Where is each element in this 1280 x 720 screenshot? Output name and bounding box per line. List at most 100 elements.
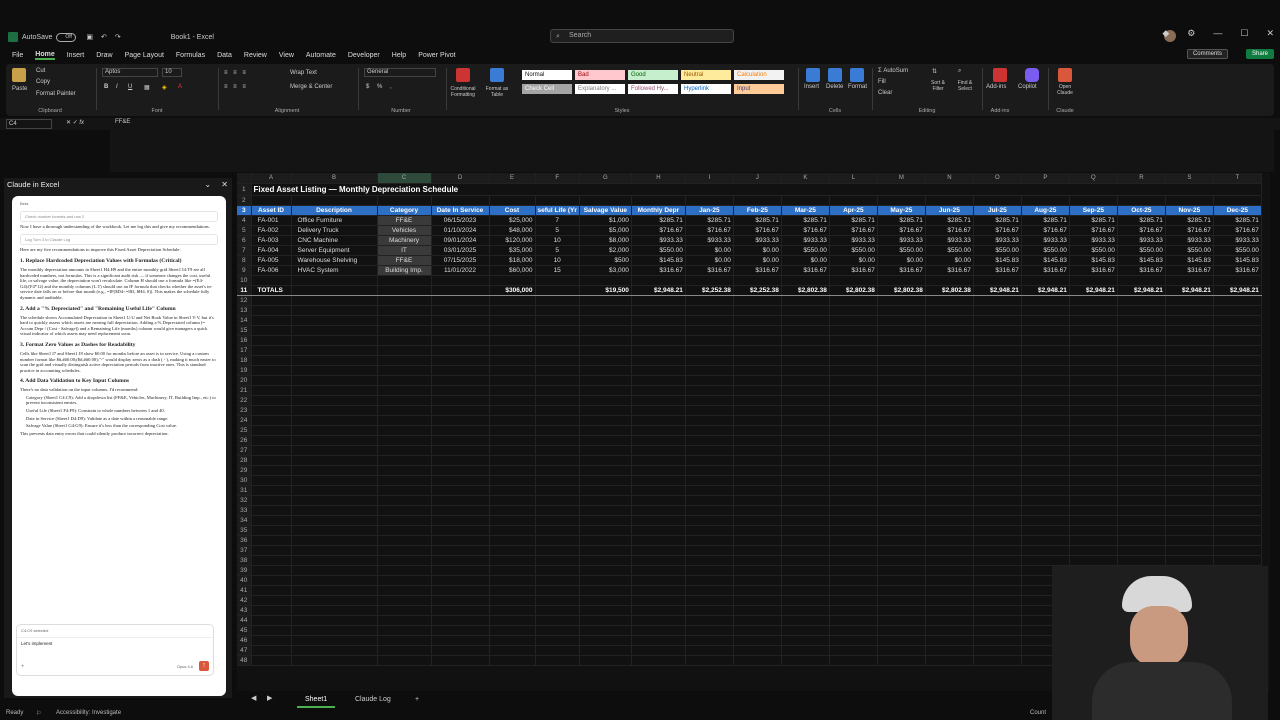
row-number[interactable]: 39 xyxy=(237,565,252,576)
menu-formulas[interactable]: Formulas xyxy=(176,52,205,59)
cell[interactable] xyxy=(579,505,632,516)
column-header[interactable]: M xyxy=(877,173,926,184)
cell[interactable] xyxy=(877,495,926,506)
cell[interactable] xyxy=(925,305,974,316)
cell[interactable] xyxy=(733,535,782,546)
column-header[interactable]: G xyxy=(579,173,632,184)
cell[interactable] xyxy=(829,595,878,606)
cell[interactable] xyxy=(431,625,490,636)
cell[interactable] xyxy=(925,485,974,496)
cell[interactable] xyxy=(631,305,686,316)
cell[interactable] xyxy=(829,515,878,526)
cell[interactable] xyxy=(685,415,734,426)
cell[interactable] xyxy=(251,435,292,446)
cell[interactable] xyxy=(925,395,974,406)
cell[interactable] xyxy=(973,525,1022,536)
cell[interactable] xyxy=(1117,295,1166,306)
column-header[interactable]: J xyxy=(733,173,782,184)
column-header[interactable]: F xyxy=(535,173,580,184)
cell[interactable] xyxy=(631,415,686,426)
add-sheet-icon[interactable]: + xyxy=(407,693,427,706)
align-top-icons[interactable]: ≡ ≡ ≡ xyxy=(224,70,248,76)
cell[interactable] xyxy=(973,275,1022,286)
cell[interactable] xyxy=(685,475,734,486)
cell[interactable] xyxy=(291,315,378,326)
data-cell[interactable]: $145.83 xyxy=(1069,255,1118,266)
row-number[interactable]: 32 xyxy=(237,495,252,506)
cell[interactable] xyxy=(535,615,580,626)
cell[interactable] xyxy=(781,295,830,306)
cell[interactable] xyxy=(973,455,1022,466)
cell[interactable] xyxy=(1213,395,1262,406)
cell[interactable] xyxy=(925,385,974,396)
cell[interactable] xyxy=(877,465,926,476)
cell[interactable] xyxy=(291,535,378,546)
total-cell[interactable]: $19,500 xyxy=(579,284,632,296)
cell[interactable] xyxy=(431,435,490,446)
cell[interactable] xyxy=(579,635,632,646)
cell[interactable] xyxy=(1069,295,1118,306)
cell[interactable] xyxy=(1117,345,1166,356)
cell[interactable] xyxy=(973,555,1022,566)
cell[interactable] xyxy=(733,495,782,506)
cell[interactable] xyxy=(1021,485,1070,496)
cell[interactable] xyxy=(489,485,536,496)
menu-draw[interactable]: Draw xyxy=(96,52,112,59)
cell[interactable] xyxy=(877,615,926,626)
cell[interactable] xyxy=(431,385,490,396)
cell[interactable] xyxy=(685,505,734,516)
cell[interactable] xyxy=(1165,485,1214,496)
cell[interactable] xyxy=(829,195,878,206)
cell[interactable] xyxy=(973,375,1022,386)
cell[interactable] xyxy=(1117,315,1166,326)
cell[interactable] xyxy=(733,505,782,516)
row-number[interactable]: 15 xyxy=(237,325,252,336)
cell[interactable] xyxy=(579,195,632,206)
sheet-title[interactable]: Fixed Asset Listing — Monthly Depreciati… xyxy=(251,183,1262,196)
data-cell[interactable]: 01/10/2024 xyxy=(431,225,490,236)
cell[interactable] xyxy=(733,315,782,326)
data-cell[interactable]: $120,000 xyxy=(489,235,536,246)
cell[interactable] xyxy=(1117,455,1166,466)
data-cell[interactable]: Delivery Truck xyxy=(291,225,378,236)
cell[interactable] xyxy=(377,585,432,596)
cell[interactable] xyxy=(377,615,432,626)
cell[interactable] xyxy=(781,545,830,556)
cell[interactable] xyxy=(631,605,686,616)
row-number[interactable]: 23 xyxy=(237,405,252,416)
cell[interactable] xyxy=(251,405,292,416)
data-cell[interactable]: $716.67 xyxy=(829,225,878,236)
cell[interactable] xyxy=(1165,475,1214,486)
cell[interactable] xyxy=(489,515,536,526)
cell[interactable] xyxy=(733,615,782,626)
cell[interactable] xyxy=(925,505,974,516)
cell[interactable] xyxy=(291,435,378,446)
cell[interactable] xyxy=(631,425,686,436)
cell[interactable] xyxy=(685,565,734,576)
cell[interactable] xyxy=(489,605,536,616)
data-cell[interactable]: $316.67 xyxy=(1117,265,1166,276)
delete-cells-icon[interactable] xyxy=(828,68,842,82)
wrap-text-button[interactable]: Wrap Text xyxy=(290,70,317,76)
cell[interactable] xyxy=(251,555,292,566)
number-format-icons[interactable]: $ % , xyxy=(366,84,395,90)
cell[interactable] xyxy=(1021,375,1070,386)
data-cell[interactable]: $145.83 xyxy=(631,255,686,266)
cell-style-8[interactable]: Followed Hy... xyxy=(628,84,678,94)
cell[interactable] xyxy=(631,405,686,416)
data-cell[interactable]: $145.83 xyxy=(1165,255,1214,266)
attach-icon[interactable]: + xyxy=(21,665,25,671)
cell[interactable] xyxy=(877,325,926,336)
tab-prev-icon[interactable]: ◀ xyxy=(251,694,256,702)
cell[interactable] xyxy=(579,405,632,416)
cell[interactable] xyxy=(579,365,632,376)
cell[interactable] xyxy=(1117,355,1166,366)
cell[interactable] xyxy=(685,325,734,336)
cell[interactable] xyxy=(489,295,536,306)
cell[interactable] xyxy=(489,525,536,536)
cell[interactable] xyxy=(781,345,830,356)
cell[interactable] xyxy=(733,575,782,586)
cell[interactable] xyxy=(291,515,378,526)
cell[interactable] xyxy=(733,585,782,596)
cell[interactable] xyxy=(377,495,432,506)
